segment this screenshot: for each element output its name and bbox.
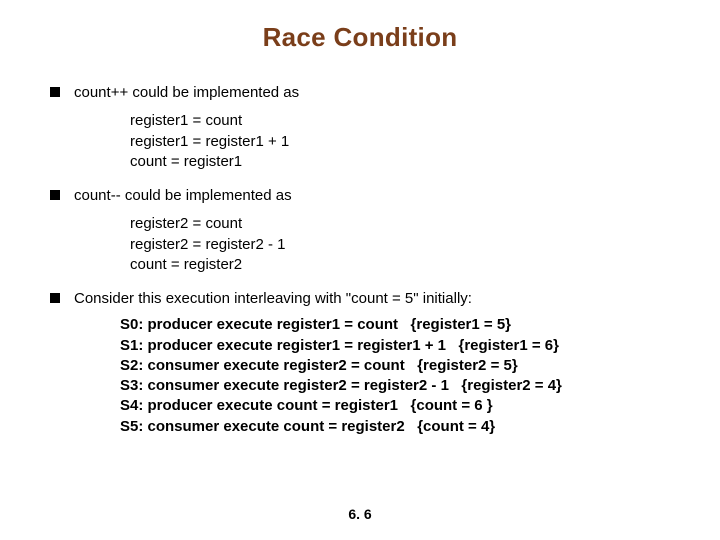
slide: Race Condition count++ could be implemen… [0,0,720,540]
slide-number: 6. 6 [0,506,720,522]
code-block-increment: register1 = count register1 = register1 … [130,111,680,172]
interleaving-block: S0: producer execute register1 = count {… [120,315,680,437]
code-line: register1 = register1 + 1 [130,132,680,152]
code-block-decrement: register2 = count register2 = register2 … [130,214,680,275]
interleave-step: S3: consumer execute register2 = registe… [120,376,680,396]
code-line: register2 = register2 - 1 [130,235,680,255]
code-line: register1 = count [130,111,680,131]
interleave-step: S1: producer execute register1 = registe… [120,336,680,356]
bullet-text: count++ could be implemented as [74,83,299,103]
interleave-step: S2: consumer execute register2 = count {… [120,356,680,376]
bullet-item-3: Consider this execution interleaving wit… [40,289,680,309]
square-bullet-icon [50,87,60,97]
code-line: count = register2 [130,255,680,275]
interleave-step: S5: consumer execute count = register2 {… [120,417,680,437]
bullet-text: count-- could be implemented as [74,186,292,206]
square-bullet-icon [50,190,60,200]
bullet-text: Consider this execution interleaving wit… [74,289,472,309]
slide-title: Race Condition [40,22,680,53]
interleave-step: S0: producer execute register1 = count {… [120,315,680,335]
interleave-step: S4: producer execute count = register1 {… [120,396,680,416]
code-line: count = register1 [130,152,680,172]
code-line: register2 = count [130,214,680,234]
bullet-item-2: count-- could be implemented as [40,186,680,206]
square-bullet-icon [50,293,60,303]
bullet-item-1: count++ could be implemented as [40,83,680,103]
